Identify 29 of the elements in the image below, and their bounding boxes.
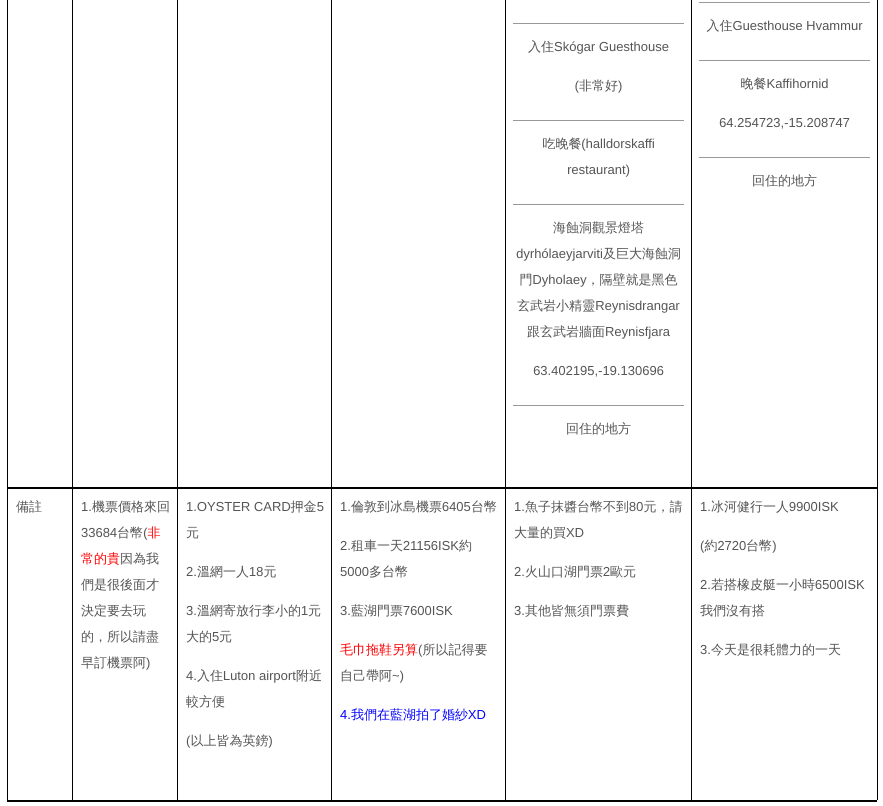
itinerary-text: 64.254723,-15.208747 xyxy=(718,114,851,132)
note-text: 1.魚子抹醬台幣不到80元，請大量的買XD xyxy=(514,498,684,542)
itinerary-text: 回住的地方 xyxy=(565,420,632,438)
note-text: 3.藍湖門票7600ISK xyxy=(340,602,454,620)
note-text: 3.其他皆無須門票費 xyxy=(514,602,630,620)
note-text: (約2720台幣) xyxy=(700,537,778,555)
itinerary-text: 吃晚餐(halldorskaffi restaurant) xyxy=(541,135,656,179)
itinerary-text: 入住Guesthouse Hvammur xyxy=(705,17,864,35)
note-text: 2.租車一天21156ISK約5000多台幣 xyxy=(340,537,473,581)
itinerary-text: 晚餐Kaffihornid xyxy=(740,75,830,93)
note-text: 3.今天是很耗體力的一天 xyxy=(700,641,842,659)
note-text: 3.溫網寄放行李小的1元大的5元 xyxy=(186,602,322,646)
note-text: 1.機票價格來回33684台幣(非常的貴因為我們是很後面才決定要去玩的，所以請盡早訂機票阿) xyxy=(81,498,170,672)
itinerary-text: (非常好) xyxy=(574,77,624,95)
note-text: (以上皆為英鎊) xyxy=(186,732,274,750)
note-text: 1.倫敦到冰島機票6405台幣 xyxy=(340,498,498,516)
note-text: 2.火山口湖門票2歐元 xyxy=(514,563,638,581)
note-text: 2.若搭橡皮艇一小時6500ISK我們沒有搭 xyxy=(700,576,866,620)
note-text: 4.入住Luton airport附近較方便 xyxy=(186,667,323,711)
note-text: 1.冰河健行一人9900ISK xyxy=(700,498,840,516)
itinerary-text: 海蝕洞觀景燈塔dyrhólaeyjarviti及巨大海蝕洞門Dyholaey，隔壁就是黑色玄武岩小精靈Reynisdrangar跟玄武岩牆面Reynisfjara xyxy=(515,219,682,341)
itinerary-text: 63.402195,-19.130696 xyxy=(532,362,665,380)
note-text: 2.溫網一人18元 xyxy=(186,563,278,581)
note-text: 4.我們在藍湖拍了婚紗XD xyxy=(340,706,487,724)
note-text: 毛巾拖鞋另算(所以記得要自己帶阿~) xyxy=(340,641,488,685)
row-label: 備註 xyxy=(16,499,42,514)
itinerary-text: 入住Skógar Guesthouse xyxy=(527,38,670,56)
itinerary-text: 回住的地方 xyxy=(751,172,818,190)
note-text: 1.OYSTER CARD押金5元 xyxy=(186,498,324,542)
